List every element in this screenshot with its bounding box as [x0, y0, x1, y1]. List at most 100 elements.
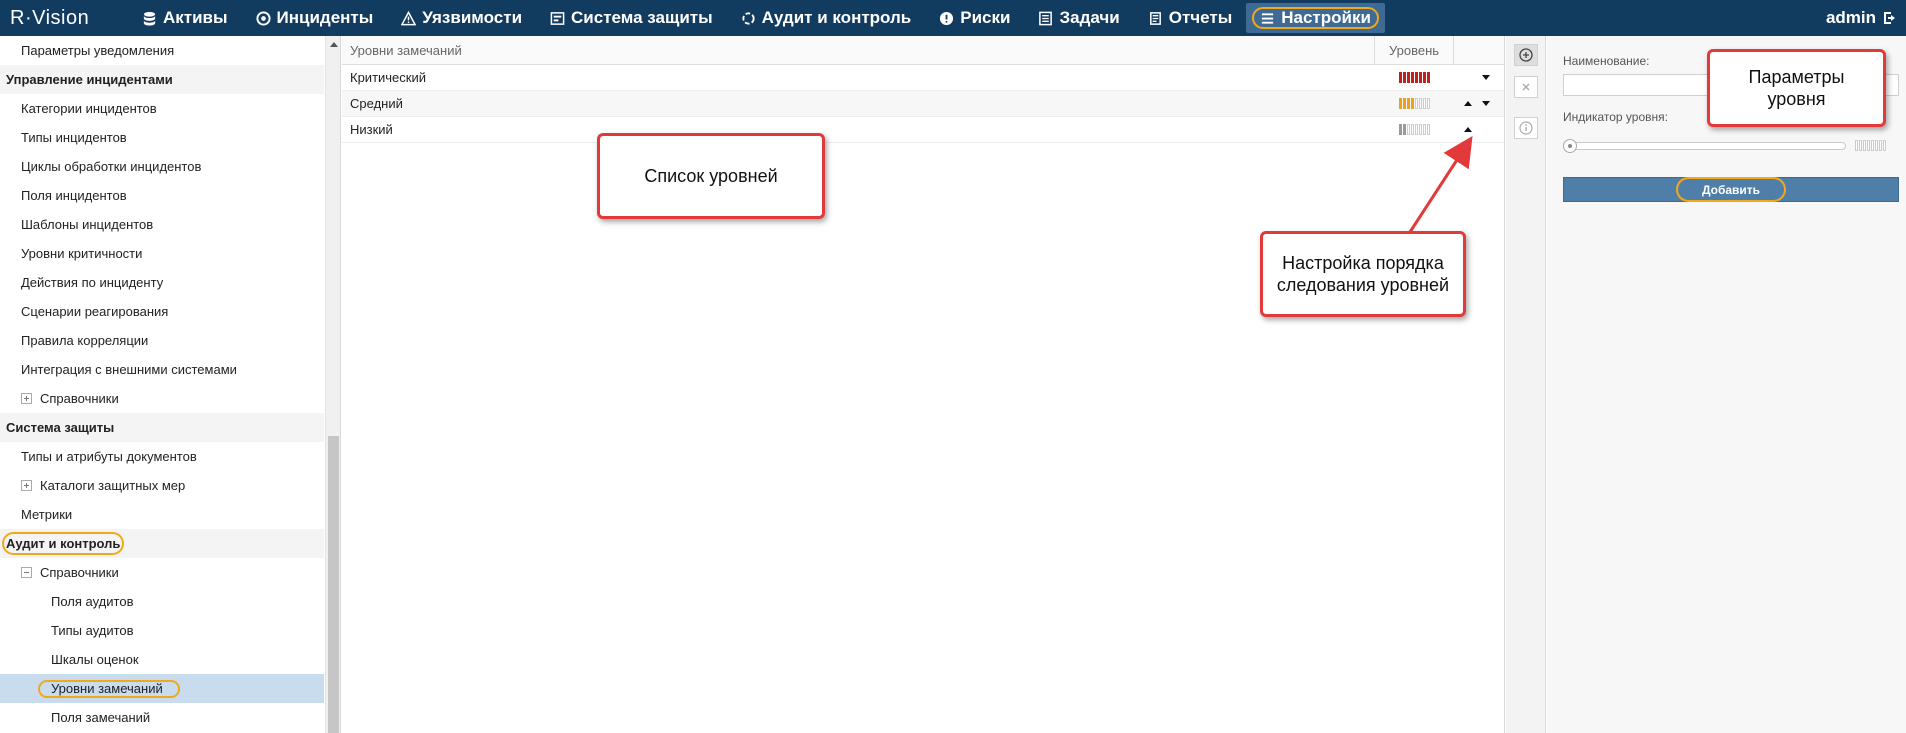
- nav-item-label: Задачи: [1059, 8, 1120, 27]
- collapse-icon[interactable]: [21, 567, 32, 578]
- nav-item-label: Настройки: [1281, 8, 1371, 27]
- sidebar-item[interactable]: Поля замечаний: [0, 703, 324, 732]
- sidebar-item[interactable]: Поля инцидентов: [0, 181, 324, 210]
- sidebar-item[interactable]: Типы аудитов: [0, 616, 324, 645]
- nav-item-label: Уязвимости: [422, 8, 523, 27]
- level-bar: [1411, 124, 1414, 135]
- level-bar: [1415, 72, 1418, 83]
- sidebar-item[interactable]: Метрики: [0, 500, 324, 529]
- level-bar: [1419, 98, 1422, 109]
- nav-item-8[interactable]: Настройки: [1246, 3, 1385, 33]
- app-logo[interactable]: R·Vision: [0, 7, 128, 30]
- settings-tree: Параметры уведомления Управление инцидент…: [0, 36, 324, 732]
- level-bar: [1423, 72, 1426, 83]
- nav-item-label: Инциденты: [276, 8, 374, 27]
- sidebar-item[interactable]: Уровни замечаний: [0, 674, 324, 703]
- sidebar-item-label: Шаблоны инцидентов: [21, 217, 154, 232]
- sidebar-item-label: Метрики: [21, 507, 73, 522]
- indicator-preview: [1855, 140, 1886, 151]
- sidebar-item[interactable]: Справочники: [0, 558, 324, 587]
- settings-sidebar: Параметры уведомления Управление инцидент…: [0, 36, 341, 733]
- level-bar: [1411, 98, 1414, 109]
- indicator-slider[interactable]: [1563, 139, 1846, 153]
- sidebar-item-label: Циклы обработки инцидентов: [21, 159, 202, 174]
- move-up-icon[interactable]: [1463, 99, 1473, 109]
- sidebar-item[interactable]: Шкалы оценок: [0, 645, 324, 674]
- sidebar-item-label: Уровни критичности: [21, 246, 143, 261]
- nav-item-4[interactable]: Аудит и контроль: [727, 3, 926, 33]
- sidebar-item[interactable]: Интеграция с внешними системами: [0, 355, 324, 384]
- sidebar-item[interactable]: Уровни критичности: [0, 239, 324, 268]
- callout-level-params: Параметры уровня: [1707, 49, 1886, 127]
- user-menu[interactable]: admin: [1826, 0, 1898, 36]
- level-bar: [1875, 140, 1878, 151]
- column-header-level[interactable]: Уровень: [1375, 36, 1454, 64]
- add-tool-button[interactable]: [1514, 44, 1538, 66]
- level-bar: [1879, 140, 1882, 151]
- sidebar-item[interactable]: Сценарии реагирования: [0, 297, 324, 326]
- level-name: Критический: [350, 70, 426, 85]
- sidebar-item[interactable]: Циклы обработки инцидентов: [0, 152, 324, 181]
- order-controls: [1454, 125, 1504, 135]
- table-row[interactable]: Средний: [342, 91, 1504, 117]
- nav-item-label: Аудит и контроль: [761, 8, 912, 27]
- sidebar-scrollbar[interactable]: [325, 36, 340, 733]
- level-bar: [1407, 98, 1410, 109]
- sidebar-item[interactable]: Типы и атрибуты документов: [0, 442, 324, 471]
- sidebar-item-label: Поля аудитов: [51, 594, 134, 609]
- sidebar-item-label: Уровни замечаний: [51, 681, 163, 696]
- move-up-icon[interactable]: [1463, 125, 1473, 135]
- nav-item-0[interactable]: Активы: [128, 3, 242, 33]
- sidebar-item[interactable]: Категории инцидентов: [0, 94, 324, 123]
- level-bar: [1883, 140, 1886, 151]
- nav-item-label: Риски: [960, 8, 1011, 27]
- nav-item-1[interactable]: Инциденты: [242, 3, 388, 33]
- sidebar-item[interactable]: Действия по инциденту: [0, 268, 324, 297]
- expand-icon[interactable]: [21, 480, 32, 491]
- sidebar-item-label: Категории инцидентов: [21, 101, 157, 116]
- sidebar-item[interactable]: Типы инцидентов: [0, 123, 324, 152]
- sidebar-item[interactable]: Справочники: [0, 384, 324, 413]
- expand-icon[interactable]: [21, 393, 32, 404]
- nav-item-7[interactable]: Отчеты: [1134, 3, 1247, 33]
- sidebar-item[interactable]: Каталоги защитных мер: [0, 471, 324, 500]
- close-icon: [1522, 83, 1530, 91]
- level-bar: [1399, 124, 1402, 135]
- scroll-thumb[interactable]: [328, 436, 339, 733]
- sidebar-group-header[interactable]: Аудит и контроль: [0, 529, 324, 558]
- sidebar-item[interactable]: Шаблоны инцидентов: [0, 210, 324, 239]
- scroll-up-icon[interactable]: [326, 38, 340, 50]
- delete-tool-button[interactable]: [1514, 76, 1538, 98]
- sidebar-item[interactable]: Параметры уведомления: [0, 36, 324, 65]
- level-bar: [1411, 72, 1414, 83]
- move-down-icon[interactable]: [1481, 99, 1491, 109]
- target-icon: [256, 10, 271, 26]
- level-bar: [1415, 98, 1418, 109]
- nav-item-label: Система защиты: [571, 8, 713, 27]
- sidebar-group-header[interactable]: Система защиты: [0, 413, 324, 442]
- add-button[interactable]: Добавить: [1563, 177, 1899, 202]
- level-name: Средний: [350, 96, 403, 111]
- sidebar-item[interactable]: Поля аудитов: [0, 587, 324, 616]
- sidebar-item[interactable]: Правила корреляции: [0, 326, 324, 355]
- nav-item-2[interactable]: Уязвимости: [387, 3, 536, 33]
- level-bar: [1427, 72, 1430, 83]
- cycle-icon: [741, 11, 756, 26]
- sidebar-group-header[interactable]: Управление инцидентами: [0, 65, 324, 94]
- level-indicator: [1375, 124, 1454, 135]
- logout-icon[interactable]: [1882, 10, 1898, 26]
- move-down-icon[interactable]: [1481, 73, 1491, 83]
- table-row[interactable]: Критический: [342, 65, 1504, 91]
- nav-item-5[interactable]: Риски: [925, 3, 1024, 33]
- level-bar: [1427, 124, 1430, 135]
- nav-item-3[interactable]: Система защиты: [536, 3, 727, 33]
- slider-handle[interactable]: [1563, 139, 1577, 153]
- sidebar-item-label: Поля инцидентов: [21, 188, 127, 203]
- table-row[interactable]: Низкий: [342, 117, 1504, 143]
- level-bar: [1867, 140, 1870, 151]
- column-header-name[interactable]: Уровни замечаний: [342, 36, 1375, 64]
- user-name: admin: [1825, 8, 1876, 27]
- info-tool-button[interactable]: [1514, 117, 1538, 139]
- sidebar-item-label: Типы аудитов: [51, 623, 134, 638]
- nav-item-6[interactable]: Задачи: [1024, 3, 1133, 33]
